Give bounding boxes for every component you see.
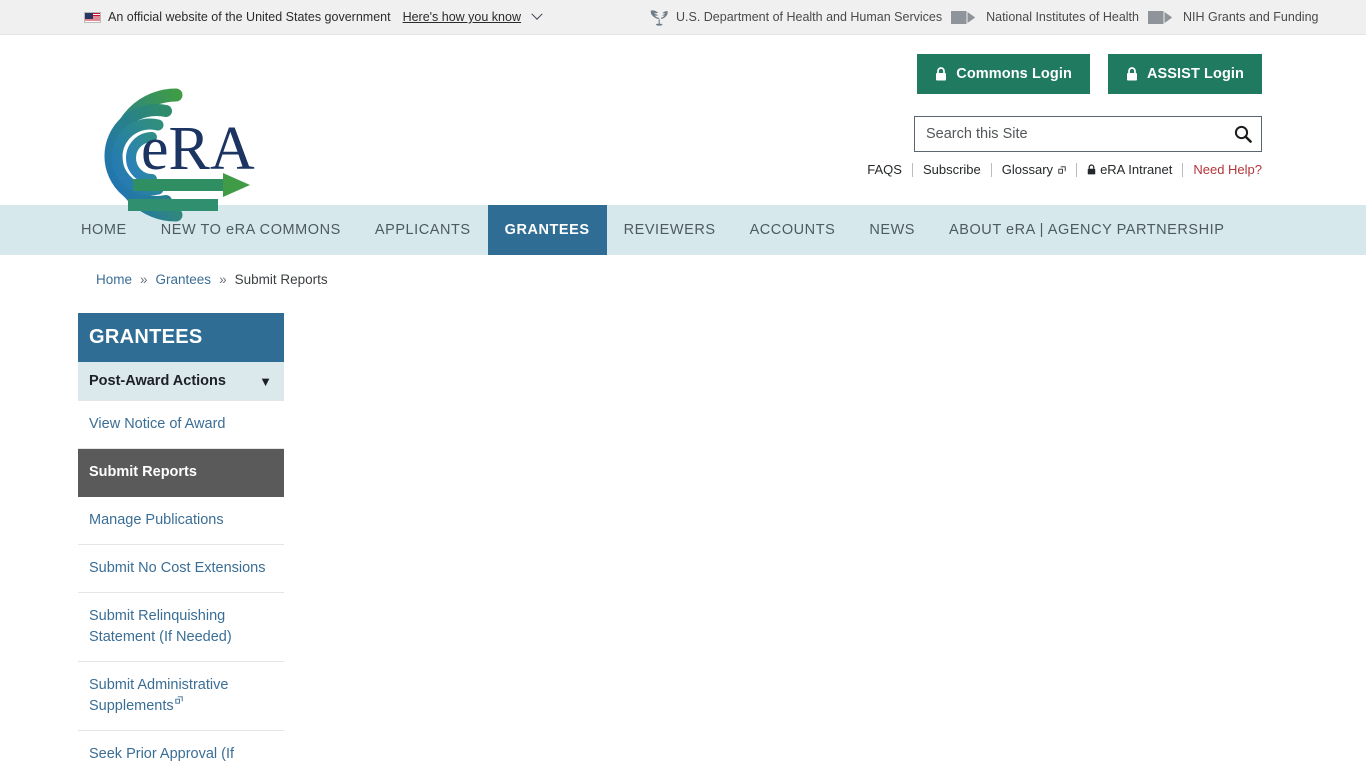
era-logo-svg: eRA: [104, 88, 255, 222]
sidebar-item-submit-reports[interactable]: Submit Reports: [78, 449, 284, 498]
search-icon: [1234, 125, 1252, 143]
assist-login-label: ASSIST Login: [1146, 66, 1244, 82]
utility-links: FAQS Subscribe Glossary eRA Intranet Nee…: [867, 162, 1262, 177]
era-logo[interactable]: eRA: [78, 81, 260, 229]
sidebar-group-label: Post-Award Actions: [89, 373, 226, 389]
nav-item-accounts[interactable]: ACCOUNTS: [733, 205, 853, 255]
svg-text:eRA: eRA: [141, 115, 255, 183]
breadcrumb-current: Submit Reports: [234, 272, 328, 287]
sidebar-item-view-notice-of-award[interactable]: View Notice of Award: [78, 400, 284, 450]
lock-icon-2: [1126, 67, 1137, 81]
sidebar-item-label: Submit Administrative Supplements: [89, 677, 229, 715]
chevron-down-icon[interactable]: [531, 8, 543, 20]
nih-grants-link[interactable]: NIH Grants and Funding: [1183, 10, 1319, 24]
sidebar-item-seek-prior-approval[interactable]: Seek Prior Approval (If Needed): [78, 731, 284, 768]
commons-login-label: Commons Login: [956, 66, 1072, 82]
era-intranet-link[interactable]: eRA Intranet: [1077, 162, 1182, 177]
nav-item-grantees[interactable]: GRANTEES: [487, 205, 607, 255]
page-body: Home » Grantees » Submit Reports GRANTEE…: [0, 255, 1366, 768]
breadcrumb: Home » Grantees » Submit Reports: [96, 272, 328, 287]
search-submit-button[interactable]: [1225, 117, 1261, 151]
pennant-arrow-icon: [951, 9, 977, 25]
external-link-icon-sidebar: [174, 696, 183, 704]
gov-banner-left: An official website of the United States…: [84, 8, 543, 24]
sidebar-item-submit-no-cost-extensions[interactable]: Submit No Cost Extensions: [78, 545, 284, 594]
lock-icon: [936, 67, 947, 81]
lock-icon-3: [1087, 164, 1096, 175]
glossary-label: Glossary: [1001, 162, 1054, 177]
government-banner: An official website of the United States…: [0, 0, 1366, 35]
sidebar-item-submit-relinquishing-statement[interactable]: Submit Relinquishing Statement (If Neede…: [78, 593, 284, 663]
sidebar-item-manage-publications[interactable]: Manage Publications: [78, 497, 284, 546]
nav-item-about-era[interactable]: ABOUT eRA | AGENCY PARTNERSHIP: [932, 205, 1241, 255]
us-flag-icon: [84, 11, 101, 23]
assist-login-button[interactable]: ASSIST Login: [1107, 54, 1262, 94]
nav-item-news[interactable]: NEWS: [852, 205, 932, 255]
search-input[interactable]: [915, 117, 1225, 151]
gov-banner-text: An official website of the United States…: [108, 10, 391, 24]
chevron-down-icon-sidebar: ▼: [259, 373, 272, 389]
era-intranet-label: eRA Intranet: [1100, 162, 1173, 177]
pennant-arrow-icon-2: [1147, 9, 1174, 25]
external-link-icon: [1058, 165, 1066, 174]
breadcrumb-home[interactable]: Home: [96, 272, 132, 287]
nav-item-reviewers[interactable]: REVIEWERS: [607, 205, 733, 255]
faqs-link[interactable]: FAQS: [867, 162, 912, 177]
hhs-link[interactable]: U.S. Department of Health and Human Serv…: [676, 10, 942, 24]
sidebar-item-submit-administrative-supplements[interactable]: Submit Administrative Supplements: [78, 662, 284, 732]
heres-how-you-know-link[interactable]: Here's how you know: [403, 10, 521, 24]
commons-login-button[interactable]: Commons Login: [917, 54, 1090, 94]
nih-link[interactable]: National Institutes of Health: [986, 10, 1139, 24]
glossary-link[interactable]: Glossary: [992, 162, 1076, 177]
hhs-eagle-icon: [650, 10, 668, 26]
site-header: eRA Commons Login ASSIST Login Search th…: [0, 35, 1366, 222]
sidebar-group-post-award-actions[interactable]: Post-Award Actions ▼: [78, 362, 284, 400]
login-buttons: Commons Login ASSIST Login: [917, 54, 1262, 94]
need-help-link[interactable]: Need Help?: [1183, 162, 1262, 177]
gov-banner-right: U.S. Department of Health and Human Serv…: [648, 7, 1318, 27]
nav-item-applicants[interactable]: APPLICANTS: [358, 205, 488, 255]
site-search: [914, 116, 1262, 152]
subscribe-link[interactable]: Subscribe: [913, 162, 991, 177]
breadcrumb-separator: »: [140, 272, 148, 287]
breadcrumb-grantees[interactable]: Grantees: [156, 272, 212, 287]
header-right-cluster: Commons Login ASSIST Login FAQS: [867, 54, 1262, 177]
sidebar-navigation: GRANTEES Post-Award Actions ▼ View Notic…: [78, 313, 284, 768]
sidebar-title: GRANTEES: [78, 313, 284, 362]
breadcrumb-separator-2: »: [219, 272, 227, 287]
